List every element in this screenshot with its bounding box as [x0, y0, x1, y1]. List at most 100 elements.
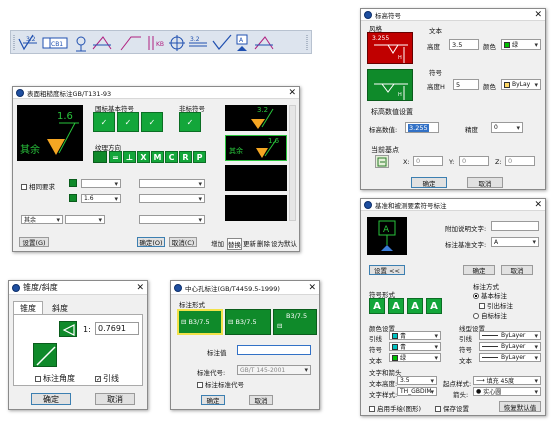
shape-option-4[interactable]: A	[426, 298, 442, 314]
start-style-combo[interactable]: ⟶ 填充 45度	[473, 376, 541, 385]
color-row-2-combo[interactable]: 青	[389, 342, 441, 351]
arrow-combo[interactable]: ● 实心圆	[473, 387, 541, 396]
height-input[interactable]: 3.5	[449, 39, 479, 50]
shape-option-2[interactable]: A	[388, 298, 404, 314]
tab-slope[interactable]: 斜度	[45, 303, 75, 314]
preset-item-4[interactable]	[225, 195, 287, 221]
cancel-button[interactable]: 取消	[467, 177, 503, 188]
other-symbol-1[interactable]: ✓	[179, 112, 201, 132]
texture-btn-5[interactable]: C	[165, 151, 178, 163]
ok-button[interactable]: 确定	[463, 265, 495, 275]
close-icon[interactable]: ✕	[534, 10, 542, 20]
save-setting-check[interactable]: 保存设置	[435, 403, 469, 413]
color-row-1-combo[interactable]: 青	[389, 331, 441, 340]
angle-check[interactable]: 标注角度	[35, 373, 75, 384]
preset-scrollbar[interactable]	[289, 105, 296, 221]
close-icon[interactable]: ✕	[136, 283, 144, 293]
mode-basic[interactable]: 基本标注	[473, 290, 507, 300]
tab-cone[interactable]: 锥度	[13, 301, 43, 314]
std-value-input[interactable]	[237, 345, 311, 355]
req-combo-3[interactable]: 1.6	[81, 194, 121, 203]
precision-combo[interactable]: 0	[491, 122, 523, 133]
texture-btn-2[interactable]: ⊥	[123, 151, 136, 163]
reset-default-button[interactable]: 恢复默认值	[499, 401, 541, 412]
close-icon[interactable]: ✕	[288, 88, 296, 98]
value-input[interactable]: 3.255	[405, 122, 439, 133]
update-button[interactable]: 更新	[243, 238, 256, 248]
pick-point-button[interactable]	[375, 155, 389, 168]
form-option-1[interactable]: ⊟ B3/7.5	[177, 309, 223, 335]
basic-symbol-3[interactable]: ✓	[141, 112, 163, 132]
cancel-button[interactable]: 取消	[95, 393, 135, 405]
datum-target-icon[interactable]	[254, 36, 274, 50]
texture-btn-7[interactable]: P	[193, 151, 206, 163]
texture-btn-4[interactable]: M	[151, 151, 164, 163]
mode-self[interactable]: 自标标注	[473, 310, 507, 320]
close-icon[interactable]: ✕	[534, 200, 542, 210]
mode-leader[interactable]: 引出标注	[479, 300, 513, 310]
ok-button[interactable]: 确定(O)	[137, 237, 165, 247]
std-code-check[interactable]: 标注标准代号	[197, 379, 244, 389]
settings-toggle-button[interactable]: 设置 <<	[369, 265, 405, 275]
linetype-row-2-combo[interactable]: ByLayer	[479, 342, 541, 351]
same-req-check[interactable]: 相同要求	[21, 181, 55, 191]
preset-item-3[interactable]	[225, 165, 287, 191]
preset-item-2[interactable]: 其余 1.6	[225, 135, 287, 161]
form-option-2[interactable]: ⊟ B3/7.5	[225, 309, 271, 335]
datum-text-combo[interactable]: A	[491, 237, 539, 247]
texture-btn-3[interactable]: X	[137, 151, 150, 163]
x-input[interactable]: 0	[413, 156, 443, 166]
check-roughness-icon[interactable]	[212, 34, 232, 50]
style-preview-1[interactable]: 3.255 H	[367, 32, 413, 64]
datum-symbol-icon[interactable]	[76, 36, 86, 52]
hole-tolerance-icon[interactable]	[169, 35, 185, 51]
hand-draw-check[interactable]: 启用手绘(图形)	[369, 403, 421, 413]
req-combo-1[interactable]	[81, 179, 121, 188]
y-input[interactable]: 0	[459, 156, 489, 166]
preset-item-1[interactable]: 3.2	[225, 105, 287, 131]
std-code-combo[interactable]: GB/T 145-2001	[237, 365, 311, 375]
remark-combo-2[interactable]	[65, 215, 105, 224]
add-button[interactable]: 增加	[211, 238, 224, 248]
texture-btn-6[interactable]: R	[179, 151, 192, 163]
cone-symbol-button[interactable]	[59, 321, 77, 337]
replace-button[interactable]: 替换	[227, 238, 242, 250]
ratio-input[interactable]: 0.7691	[95, 322, 139, 335]
remark-combo-3[interactable]	[139, 215, 205, 224]
welding-symbol-icon[interactable]	[92, 36, 112, 50]
text-style-combo[interactable]: TH_GBDIM	[397, 387, 437, 396]
shape-option-1[interactable]: A	[369, 298, 385, 314]
basic-symbol-1[interactable]: ✓	[93, 112, 115, 132]
linetype-row-1-combo[interactable]: ByLayer	[479, 331, 541, 340]
shape-option-3[interactable]: A	[407, 298, 423, 314]
center-mark-icon[interactable]: KB	[148, 36, 164, 50]
cancel-button[interactable]: 取消(C)	[169, 237, 197, 247]
text-height-combo[interactable]: 3.5	[397, 376, 437, 385]
delete-button[interactable]: 删除	[257, 238, 270, 248]
style-preview-2[interactable]: H	[367, 69, 413, 101]
set-default-button[interactable]: 设为默认	[271, 238, 297, 248]
cancel-button[interactable]: 取消	[501, 265, 533, 275]
linetype-row-3-combo[interactable]: ByLayer	[479, 353, 541, 362]
remark-combo[interactable]: 其余	[21, 215, 63, 224]
ok-button[interactable]: 确定	[31, 393, 71, 405]
z-input[interactable]: 0	[505, 156, 535, 166]
ok-button[interactable]: 确定	[411, 177, 447, 188]
req-combo-4[interactable]	[139, 194, 205, 203]
symbol-height-input[interactable]: 5	[453, 79, 479, 90]
triangle-datum-icon[interactable]: A	[236, 34, 248, 51]
texture-btn-1[interactable]: =	[109, 151, 122, 163]
roughness-tolerance-icon[interactable]: 3.2	[189, 36, 207, 47]
form-option-3[interactable]: B3/7.5 ⊟	[273, 309, 317, 335]
color-row-3-combo[interactable]: 绿	[389, 353, 441, 362]
color-combo[interactable]: 绿	[501, 39, 541, 50]
cancel-button[interactable]: 取消	[249, 395, 273, 405]
basic-symbol-2[interactable]: ✓	[117, 112, 139, 132]
leader-check[interactable]: ✓ 引线	[95, 373, 119, 384]
leader-icon[interactable]	[120, 36, 141, 51]
ok-button[interactable]: 确定	[201, 395, 225, 405]
symbol-color-combo[interactable]: ByLay	[501, 79, 541, 90]
req-combo-2[interactable]	[139, 179, 205, 188]
extra-text-input[interactable]	[491, 221, 539, 231]
surface-roughness-icon[interactable]: 3.2	[18, 34, 37, 51]
